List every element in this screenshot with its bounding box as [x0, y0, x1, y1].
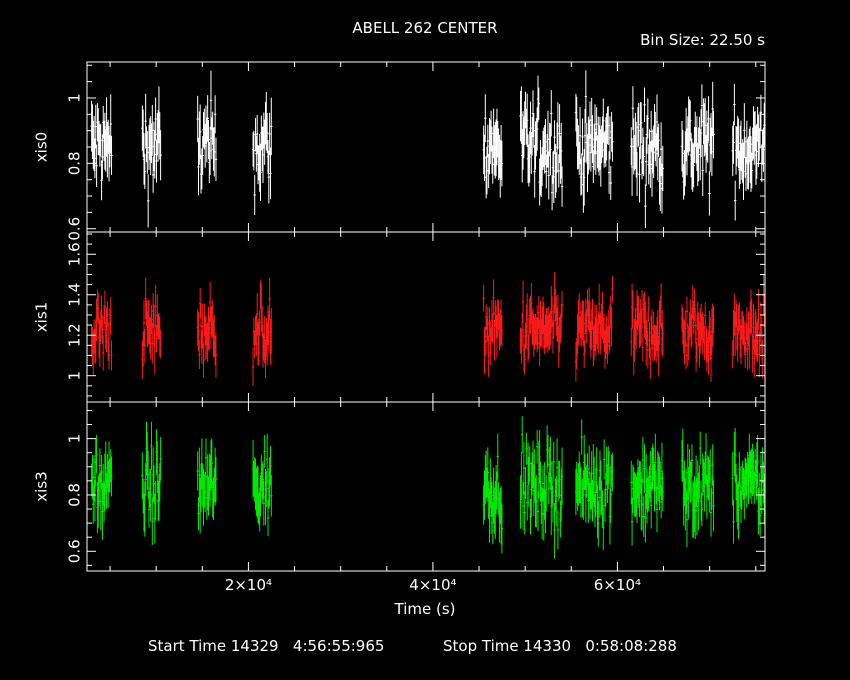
- panel-xis0: 0.6 0.8 1 xis0: [33, 61, 766, 241]
- data-series-xis0: [90, 70, 765, 228]
- y-axis-label: xis1: [33, 302, 51, 332]
- y-tick-label: 0.8: [66, 483, 84, 507]
- y-tick-label: 1.6: [66, 242, 84, 266]
- y-axis-label: xis3: [33, 471, 51, 501]
- data-series-xis1: [90, 272, 765, 386]
- panel-frame: [86, 61, 766, 233]
- start-time-label: Start Time 14329 4:56:55:965: [148, 637, 384, 655]
- panel-xis3: 0.6 0.8 1 xis3: [33, 401, 766, 572]
- y-tick-label: 0.8: [66, 151, 84, 175]
- y-tick-label: 1.4: [66, 283, 84, 307]
- y-tick-label: 0.6: [66, 539, 84, 563]
- x-tick-label: 6×10⁴: [594, 576, 641, 594]
- bin-size-label: Bin Size: 22.50 s: [640, 31, 765, 49]
- y-axis-label: xis0: [33, 132, 51, 162]
- x-tick-label: 4×10⁴: [409, 576, 456, 594]
- y-tick-label: 1.2: [66, 323, 84, 347]
- y-tick-label: 1: [66, 371, 84, 381]
- light-curve-chart: ABELL 262 CENTER Bin Size: 22.50 s 0.60.…: [33, 19, 766, 655]
- panel-xis1: 1 1.2 1.4 1.6 xis1: [33, 231, 766, 403]
- chart-title: ABELL 262 CENTER: [352, 19, 497, 37]
- panel-frame: [86, 231, 766, 403]
- x-tick-label: 2×10⁴: [225, 576, 272, 594]
- y-tick-label: 1: [66, 434, 84, 444]
- panel-frame: [86, 401, 766, 572]
- stop-time-label: Stop Time 14330 0:58:08:288: [443, 637, 677, 655]
- x-axis-title: Time (s): [394, 600, 456, 618]
- y-tick-label: 0.6: [66, 217, 84, 241]
- panels-group: 0.6 0.8 1 xis0 1 1.2 1.4 1.6 xis1 0.6 0.8 1 xis3 2×10…: [33, 61, 766, 594]
- data-series-xis3: [90, 416, 765, 559]
- y-tick-label: 1: [66, 93, 84, 103]
